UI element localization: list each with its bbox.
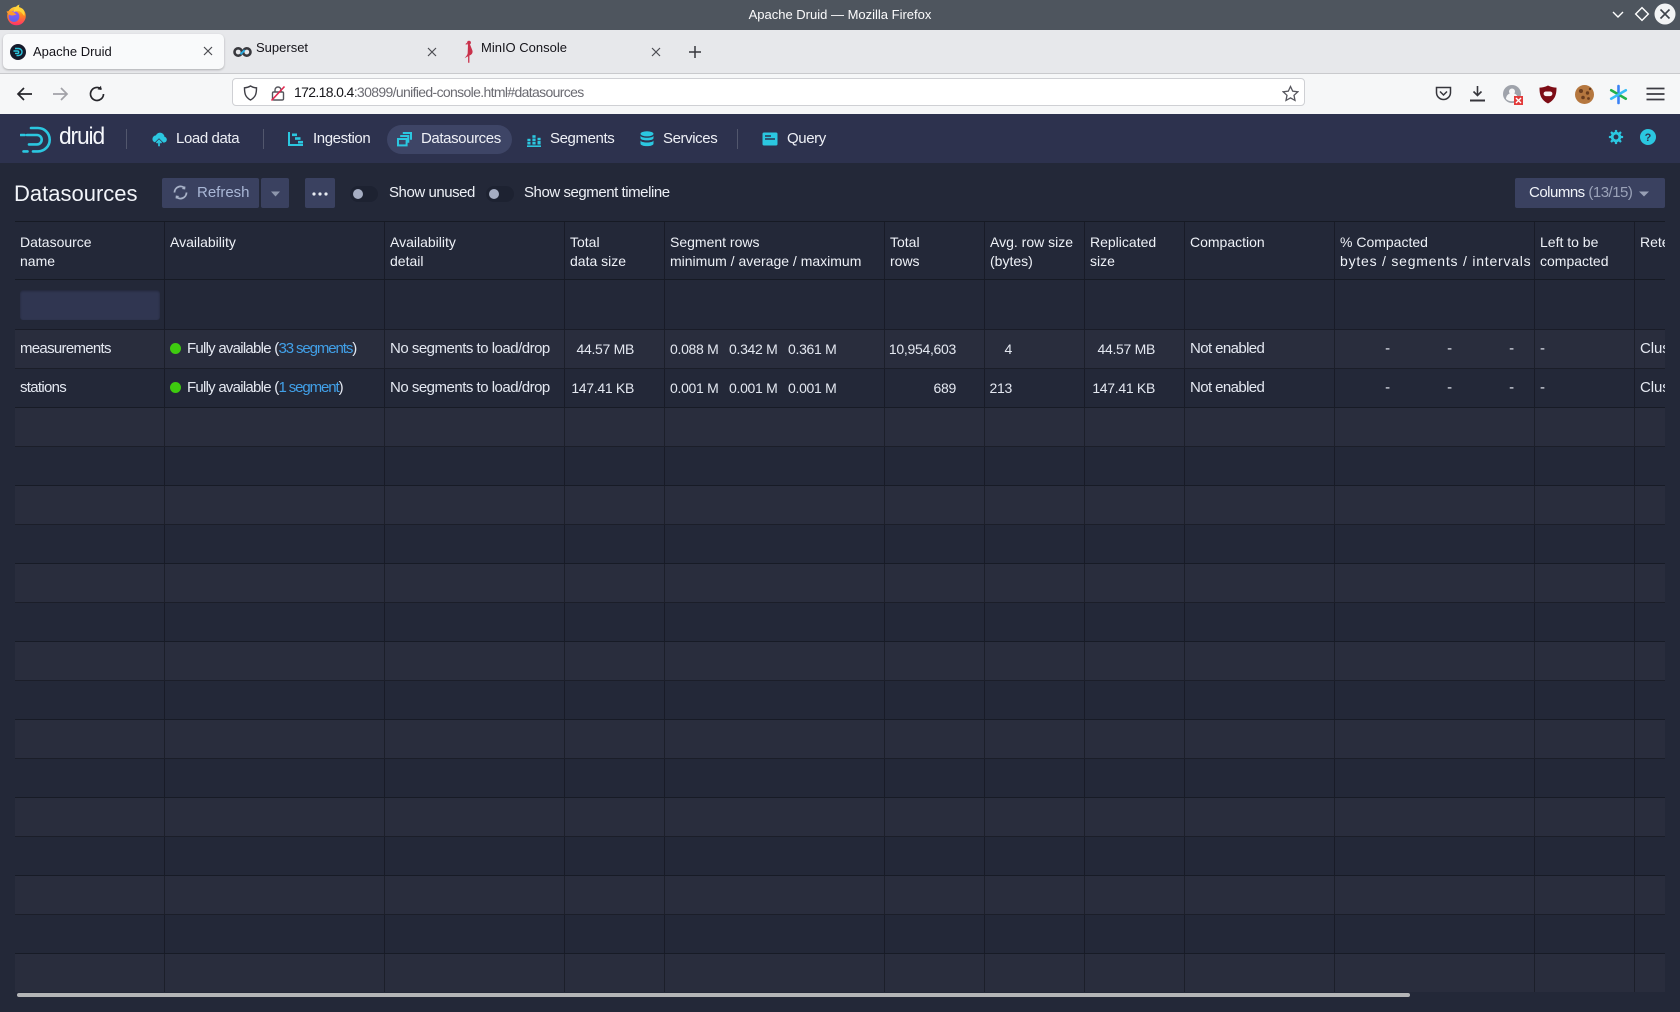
svg-text:?: ? — [1645, 131, 1652, 143]
